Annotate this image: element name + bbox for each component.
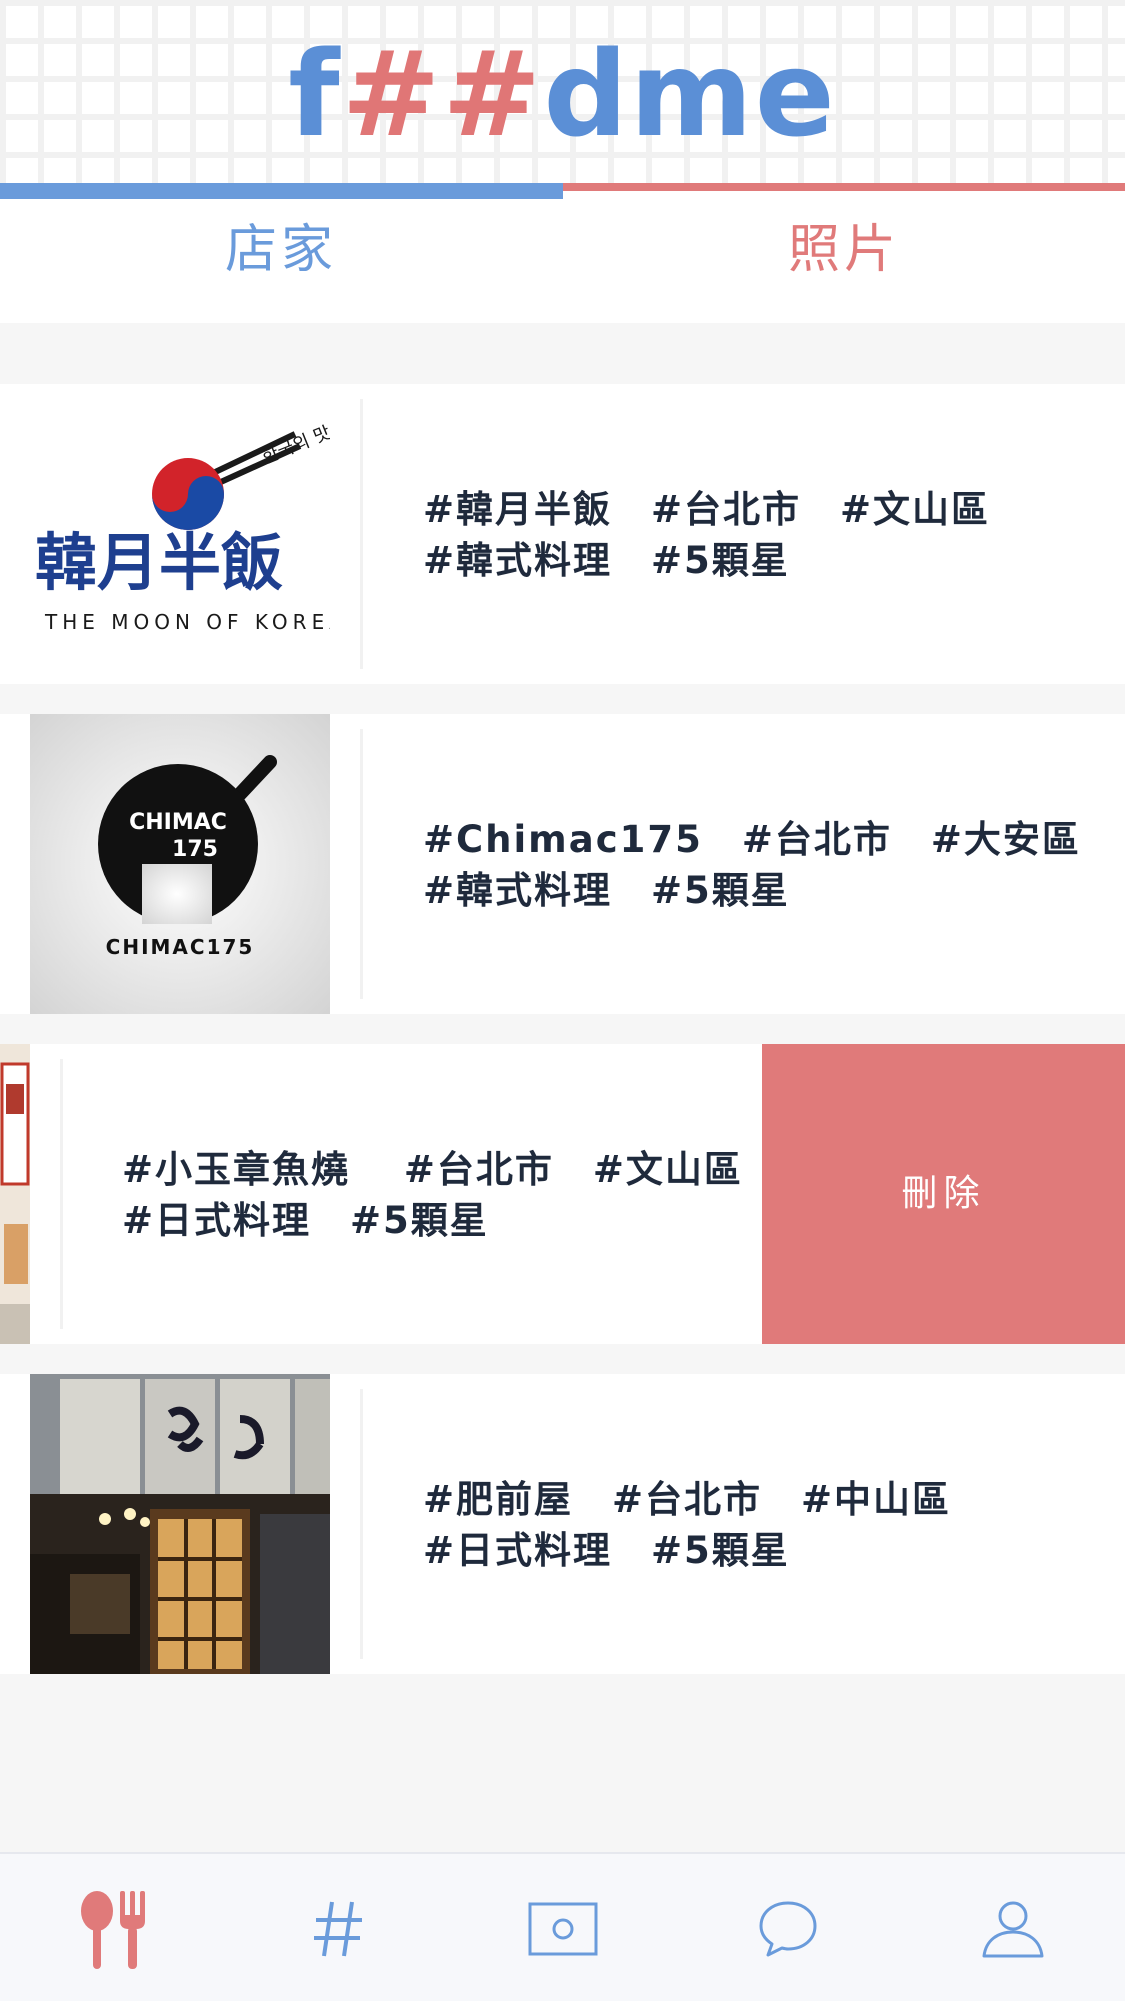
tab-stores[interactable]: 店家	[0, 215, 562, 285]
store-tags: #小玉章魚燒 #台北市 #文山區 #日式料理 #5顆星	[122, 1144, 742, 1246]
store-card-content[interactable]: #小玉章魚燒 #台北市 #文山區 #日式料理 #5顆星	[30, 1044, 762, 1344]
nav-profile[interactable]	[900, 1854, 1125, 2001]
photo-icon	[528, 1902, 597, 1955]
nav-hashtags[interactable]	[225, 1854, 450, 2001]
store-tags: #肥前屋 #台北市 #中山區 #日式料理 #5顆星	[423, 1474, 1085, 1576]
restaurant-photo	[30, 1374, 330, 1674]
nav-messages[interactable]	[675, 1854, 900, 2001]
store-card-swiped[interactable]: #小玉章魚燒 #台北市 #文山區 #日式料理 #5顆星 刪除	[0, 1044, 1125, 1344]
store-tags: #Chimac175 #台北市 #大安區 #韓式料理 #5顆星	[423, 814, 1085, 916]
app-logo: f##dme	[0, 24, 1125, 164]
logo-part-dme: dme	[543, 25, 837, 163]
tab-indicator-active	[0, 183, 563, 199]
chat-icon	[759, 1901, 816, 1956]
store-tags-line1: #韓月半飯 #台北市 #文山區	[423, 488, 991, 531]
nav-restaurants[interactable]	[0, 1854, 225, 2001]
logo-part-f: f	[288, 25, 342, 163]
store-thumbnail	[30, 1374, 330, 1674]
store-thumbnail-peek	[0, 1044, 30, 1344]
store-tags-line2: #韓式料理 #5顆星	[423, 869, 790, 912]
utensils-icon	[80, 1890, 145, 1969]
store-card[interactable]: #肥前屋 #台北市 #中山區 #日式料理 #5顆星	[0, 1374, 1125, 1674]
hashtag-icon	[313, 1901, 362, 1956]
app-header: f##dme	[0, 0, 1125, 183]
store-tags-line1: #小玉章魚燒 #台北市 #文山區	[122, 1148, 743, 1191]
store-card[interactable]: CHIMAC 175 CHIMAC175 #Chimac175 #台北市 #大安…	[0, 714, 1125, 1014]
profile-icon	[982, 1901, 1043, 1957]
bottom-nav	[0, 1852, 1125, 2001]
logo-english-text: THE MOON OF KOREA	[44, 610, 330, 634]
store-card[interactable]: 한국의 맛 韓月半飯 THE MOON OF KOREA #韓月半飯 #台北市 …	[0, 384, 1125, 684]
store-thumbnail: 한국의 맛 韓月半飯 THE MOON OF KOREA	[30, 384, 330, 684]
tab-photos[interactable]: 照片	[563, 215, 1125, 285]
logo-chimac-text: CHIMAC	[129, 810, 227, 835]
nav-photos[interactable]	[450, 1854, 675, 2001]
card-divider	[360, 729, 363, 999]
store-tags-line2: #日式料理 #5顆星	[122, 1199, 489, 1242]
logo-chinese-text: 韓月半飯	[35, 526, 283, 599]
card-divider	[60, 1059, 63, 1329]
store-tags-line2: #韓式料理 #5顆星	[423, 539, 790, 582]
moon-of-korea-logo: 한국의 맛 韓月半飯 THE MOON OF KOREA	[30, 384, 330, 684]
tab-bar: 店家 照片	[0, 183, 1125, 323]
delete-button[interactable]: 刪除	[762, 1044, 1125, 1344]
tab-indicator-inactive	[563, 183, 1125, 191]
store-tags: #韓月半飯 #台北市 #文山區 #韓式料理 #5顆星	[423, 484, 1085, 586]
logo-175-text: 175	[172, 837, 218, 862]
store-tags-line2: #日式料理 #5顆星	[423, 1529, 790, 1572]
card-divider	[360, 1389, 363, 1659]
store-tags-line1: #Chimac175 #台北市 #大安區	[423, 818, 1081, 861]
chimac175-logo: CHIMAC 175 CHIMAC175	[30, 714, 330, 1014]
card-divider	[360, 399, 363, 669]
logo-part-hash: ##	[341, 25, 544, 163]
store-thumbnail: CHIMAC 175 CHIMAC175	[30, 714, 330, 1014]
store-tags-line1: #肥前屋 #台北市 #中山區	[423, 1478, 952, 1521]
logo-brand-text: CHIMAC175	[106, 935, 255, 959]
